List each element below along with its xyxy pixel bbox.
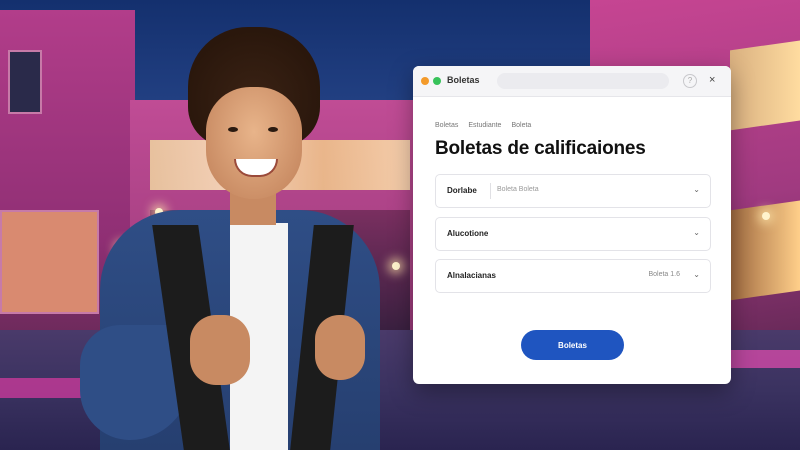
app-title: Boletas (447, 75, 480, 85)
smile (234, 159, 278, 177)
primary-button[interactable]: Boletas (521, 330, 624, 360)
pink-walkway (730, 350, 800, 368)
select-field-2[interactable]: Alucotione ⌄ (435, 217, 711, 251)
street-lamp (762, 212, 770, 220)
breadcrumb-item[interactable]: Boleta (511, 122, 531, 129)
face (206, 87, 302, 199)
eye (228, 127, 238, 132)
field-label: Alnalacianas (447, 271, 496, 280)
field-meta: Boleta 1.6 (648, 271, 680, 278)
building-window (8, 50, 42, 114)
app-window: Boletas ? × Boletas Estudiante Boleta Bo… (413, 66, 731, 384)
hand (315, 315, 365, 380)
help-icon[interactable]: ? (683, 74, 697, 88)
chevron-down-icon[interactable]: ⌄ (693, 228, 700, 237)
address-bar[interactable] (497, 73, 669, 89)
title-bar: Boletas ? × (413, 66, 731, 97)
chevron-down-icon[interactable]: ⌄ (693, 270, 700, 279)
field-divider (490, 183, 491, 199)
chevron-down-icon[interactable]: ⌄ (693, 185, 700, 194)
building-lit-windows (730, 40, 800, 131)
close-icon[interactable]: × (709, 73, 715, 87)
select-field-3[interactable]: Alnalacianas Boleta 1.6 ⌄ (435, 259, 711, 293)
field-label: Alucotione (447, 229, 489, 238)
select-field-1[interactable]: Dorlabe Boleta Boleta ⌄ (435, 174, 711, 208)
student-person (80, 25, 380, 450)
field-value: Boleta Boleta (497, 186, 539, 193)
breadcrumb: Boletas Estudiante Boleta (435, 122, 531, 129)
window-minimize-dot[interactable] (421, 77, 429, 85)
window-maximize-dot[interactable] (433, 77, 441, 85)
eye (268, 127, 278, 132)
breadcrumb-item[interactable]: Boletas (435, 122, 458, 129)
page-title: Boletas de calificaiones (435, 138, 646, 159)
field-label: Dorlabe (447, 186, 477, 195)
hand (190, 315, 250, 385)
street-lamp (392, 262, 400, 270)
breadcrumb-item[interactable]: Estudiante (468, 122, 501, 129)
